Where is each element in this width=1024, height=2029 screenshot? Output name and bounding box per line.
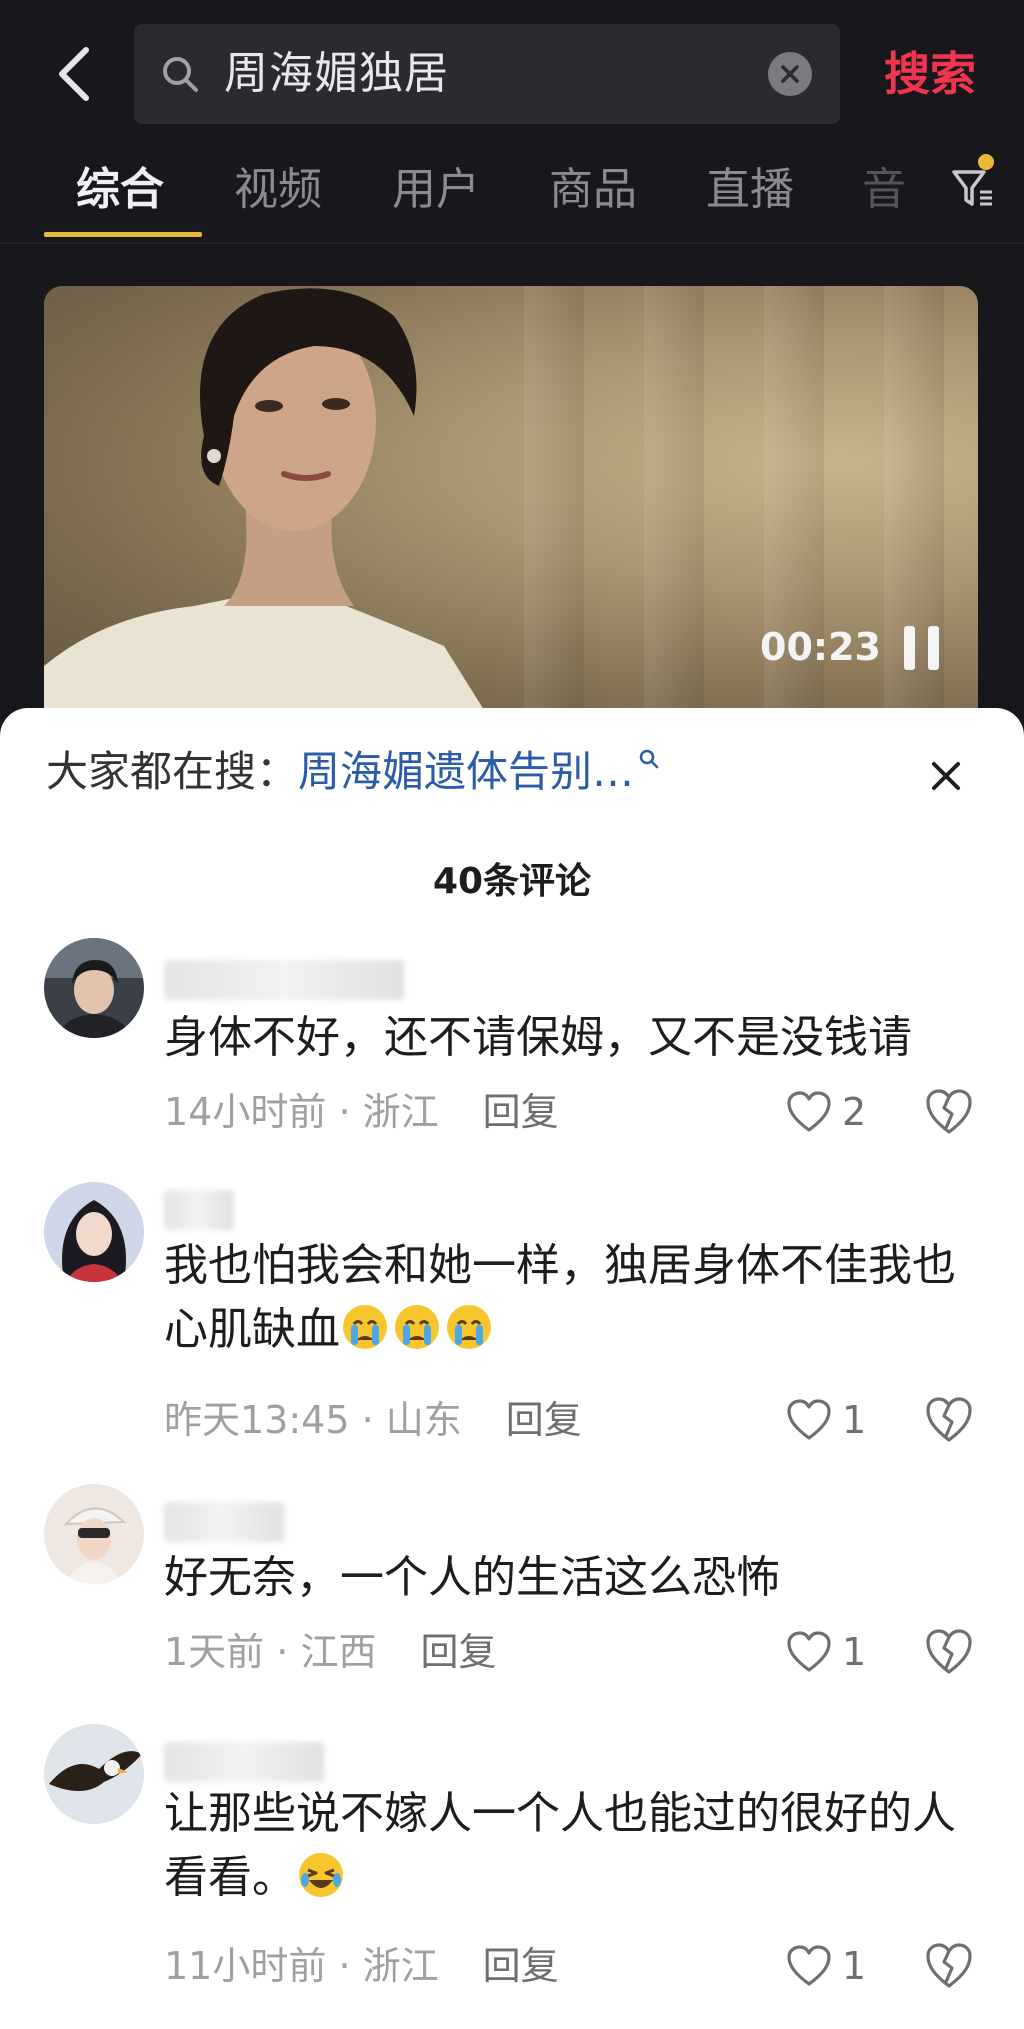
heart-icon	[787, 1091, 831, 1132]
crying-emoji-icon	[395, 1305, 439, 1349]
crying-emoji-icon	[447, 1305, 491, 1349]
top-bar: 周海媚独居 搜索	[0, 0, 1024, 150]
comment-time: 1天前	[164, 1630, 265, 1674]
back-button[interactable]	[44, 38, 104, 110]
username-blurred[interactable]	[164, 1502, 284, 1542]
comment-meta: 昨天13:45 · 山东 回复	[164, 1398, 582, 1442]
tab-comprehensive[interactable]: 综合	[76, 162, 164, 218]
comment-location: 浙江	[362, 1090, 439, 1134]
reply-button[interactable]: 回复	[420, 1630, 496, 1674]
broken-heart-icon[interactable]	[924, 1942, 974, 1990]
comment-count: 40条评论	[432, 861, 592, 902]
comment-text: 身体不好，还不请保姆，又不是没钱请	[164, 1012, 912, 1063]
comment-meta: 11小时前 · 浙江 回复	[164, 1944, 559, 1988]
comment-meta: 14小时前 · 浙江 回复	[164, 1090, 559, 1134]
heart-icon	[787, 1631, 831, 1672]
clear-search-button[interactable]	[768, 52, 812, 96]
search-submit-button[interactable]: 搜索	[884, 46, 976, 102]
comment-text: 好无奈，一个人的生活这么恐怖	[164, 1552, 780, 1603]
pause-icon[interactable]	[902, 626, 942, 670]
reply-button[interactable]: 回复	[483, 1090, 559, 1134]
username-blurred[interactable]	[164, 1190, 234, 1230]
comment-location: 江西	[300, 1630, 377, 1674]
clear-icon	[781, 65, 799, 83]
heart-icon	[787, 1399, 831, 1440]
tab-live[interactable]: 直播	[706, 162, 794, 218]
broken-heart-icon[interactable]	[924, 1088, 974, 1136]
comment-text: 我也怕我会和她一样，独居身体不佳我也心肌缺血	[164, 1234, 984, 1362]
comment-time: 昨天13:45	[164, 1398, 350, 1442]
username-blurred[interactable]	[164, 1742, 324, 1782]
hot-search-prefix: 大家都在搜：	[46, 747, 299, 796]
search-query: 周海媚独居	[224, 48, 449, 99]
avatar[interactable]	[44, 1724, 144, 1824]
tab-products[interactable]: 商品	[549, 162, 637, 218]
comment-text: 让那些说不嫁人一个人也能过的很好的人看看。	[164, 1782, 984, 1910]
crying-emoji-icon	[343, 1305, 387, 1349]
active-tab-indicator	[44, 232, 202, 237]
avatar[interactable]	[44, 1484, 144, 1584]
search-icon	[639, 749, 659, 769]
comment-meta: 1天前 · 江西 回复	[164, 1630, 497, 1674]
avatar[interactable]	[44, 938, 144, 1038]
like-button[interactable]: 1	[786, 1396, 866, 1444]
reply-button[interactable]: 回复	[506, 1398, 582, 1442]
like-button[interactable]: 1	[786, 1942, 866, 1990]
like-button[interactable]: 2	[786, 1088, 866, 1136]
tabs-divider	[0, 242, 1024, 244]
tab-music[interactable]: 音	[862, 162, 906, 218]
comments-sheet: 大家都在搜：周海媚遗体告别… 40条评论 身体不好，还不请保姆，又不是没钱请 1…	[0, 708, 1024, 2029]
like-count: 1	[842, 1398, 867, 1442]
like-button[interactable]: 1	[786, 1628, 866, 1676]
avatar[interactable]	[44, 1182, 144, 1282]
video-timestamp: 00:23	[760, 625, 881, 669]
hot-search-row: 大家都在搜：周海媚遗体告别…	[46, 744, 660, 800]
heart-icon	[787, 1945, 831, 1986]
like-count: 1	[842, 1944, 867, 1988]
broken-heart-icon[interactable]	[924, 1628, 974, 1676]
broken-heart-icon[interactable]	[924, 1396, 974, 1444]
search-tabs: 综合 视频 用户 商品 直播 音	[0, 150, 1024, 242]
tab-video[interactable]: 视频	[234, 162, 322, 218]
like-count: 1	[842, 1630, 867, 1674]
back-arrow-icon	[59, 47, 89, 101]
hot-search-link[interactable]: 周海媚遗体告别…	[298, 747, 634, 796]
reply-button[interactable]: 回复	[483, 1944, 559, 1988]
laughing-emoji-icon	[299, 1853, 343, 1897]
comment-time: 11小时前	[164, 1944, 327, 1988]
search-input[interactable]: 周海媚独居	[134, 24, 840, 124]
comment-location: 山东	[385, 1398, 462, 1442]
filter-icon[interactable]	[950, 160, 996, 216]
search-icon	[163, 57, 198, 92]
comment-location: 浙江	[362, 1944, 439, 1988]
comment-time: 14小时前	[164, 1090, 327, 1134]
like-count: 2	[842, 1090, 867, 1134]
tab-users[interactable]: 用户	[392, 162, 480, 218]
comment-body: 我也怕我会和她一样，独居身体不佳我也心肌缺血	[164, 1240, 956, 1355]
username-blurred[interactable]	[164, 960, 404, 1000]
video-card[interactable]: 00:23	[44, 286, 978, 726]
close-icon[interactable]	[922, 752, 970, 800]
comment-body: 让那些说不嫁人一个人也能过的很好的人看看。	[164, 1788, 956, 1903]
